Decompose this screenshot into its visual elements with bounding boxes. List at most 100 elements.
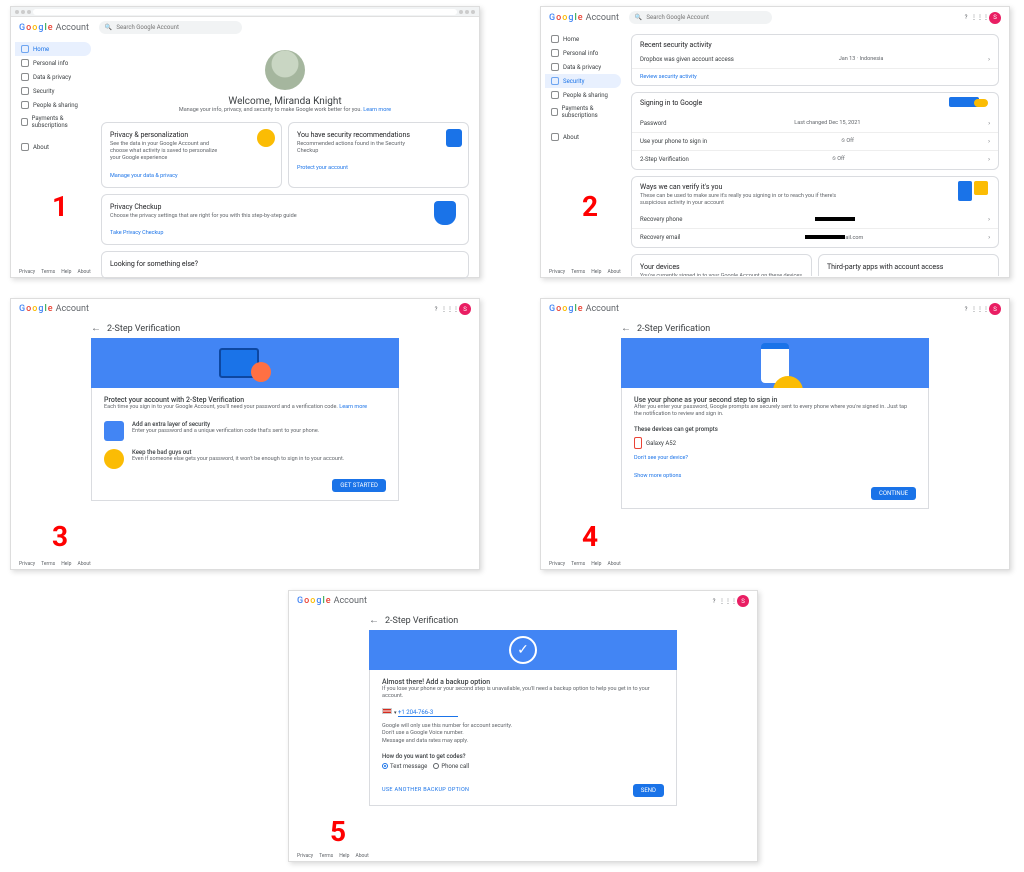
review-activity-link[interactable]: Review security activity bbox=[640, 74, 697, 80]
welcome-subtitle: Manage your info, privacy, and security … bbox=[101, 107, 469, 114]
sidebar-item-about[interactable]: About bbox=[545, 130, 621, 144]
help-icon[interactable]: ? bbox=[961, 304, 971, 314]
continue-button[interactable]: CONTINUE bbox=[871, 487, 916, 500]
more-options-link[interactable]: Show more options bbox=[634, 473, 916, 479]
card-privacy-personalization[interactable]: Privacy & personalization See the data i… bbox=[101, 122, 282, 187]
footer-link[interactable]: Terms bbox=[41, 269, 55, 275]
footer-link[interactable]: Privacy bbox=[19, 561, 35, 567]
avatar[interactable]: S bbox=[989, 303, 1001, 315]
footer-link[interactable]: Help bbox=[61, 561, 71, 567]
footer-link[interactable]: Terms bbox=[571, 269, 585, 275]
chevron-right-icon: › bbox=[988, 120, 990, 127]
info-icon bbox=[551, 133, 559, 141]
footer-link[interactable]: Terms bbox=[571, 561, 585, 567]
sidebar-item-label: Home bbox=[33, 46, 49, 53]
radio-text-message[interactable]: Text message bbox=[382, 763, 427, 770]
sidebar-item-payments[interactable]: Payments & subscriptions bbox=[545, 102, 621, 122]
sidebar-item-security[interactable]: Security bbox=[15, 84, 91, 98]
sidebar-item-personal[interactable]: Personal info bbox=[545, 46, 621, 60]
footer-link[interactable]: Help bbox=[339, 853, 349, 859]
back-button[interactable]: ← bbox=[91, 323, 101, 334]
footer-link[interactable]: Help bbox=[591, 269, 601, 275]
footer-link[interactable]: Help bbox=[61, 269, 71, 275]
search-input[interactable] bbox=[646, 14, 766, 21]
recovery-email-row[interactable]: Recovery emailail.com› bbox=[632, 229, 998, 247]
sidebar-item-payments[interactable]: Payments & subscriptions bbox=[15, 112, 91, 132]
apps-icon[interactable]: ⋮⋮⋮ bbox=[445, 304, 455, 314]
layer-illustration bbox=[104, 421, 124, 441]
sidebar: Home Personal info Data & privacy Securi… bbox=[541, 28, 621, 276]
card-your-devices[interactable]: Your devices You're currently signed in … bbox=[631, 254, 812, 276]
apps-icon[interactable]: ⋮⋮⋮ bbox=[723, 596, 733, 606]
footer-link[interactable]: Help bbox=[591, 561, 601, 567]
radio-label: Text message bbox=[390, 763, 427, 770]
footer-link[interactable]: Privacy bbox=[549, 561, 565, 567]
avatar[interactable]: S bbox=[737, 595, 749, 607]
protect-account-link[interactable]: Protect your account bbox=[297, 165, 460, 171]
apps-icon[interactable]: ⋮⋮⋮ bbox=[975, 13, 985, 23]
sidebar-item-label: Data & privacy bbox=[563, 64, 601, 71]
back-button[interactable]: ← bbox=[621, 323, 631, 334]
learn-more-link[interactable]: Learn more bbox=[339, 404, 367, 410]
search-input[interactable] bbox=[116, 24, 236, 31]
people-icon bbox=[21, 101, 29, 109]
footer-link[interactable]: About bbox=[607, 561, 620, 567]
back-button[interactable]: ← bbox=[369, 615, 379, 626]
footer-link[interactable]: About bbox=[355, 853, 368, 859]
fine-print: Message and data rates may apply. bbox=[382, 738, 664, 745]
phone-number-input[interactable]: +1 204-766-3 bbox=[398, 709, 458, 717]
two-step-row[interactable]: 2-Step Verification⦸ Off› bbox=[632, 151, 998, 168]
footer-link[interactable]: Privacy bbox=[19, 269, 35, 275]
footer-link[interactable]: Terms bbox=[319, 853, 333, 859]
card-security-recommendations[interactable]: You have security recommendations Recomm… bbox=[288, 122, 469, 187]
header: Google Account ? ⋮⋮⋮ S bbox=[289, 591, 757, 611]
footer-link[interactable]: Privacy bbox=[549, 269, 565, 275]
card-privacy-checkup[interactable]: Privacy Checkup Choose the privacy setti… bbox=[101, 194, 469, 245]
dont-see-device-link[interactable]: Don't see your device? bbox=[634, 455, 916, 461]
search-box[interactable]: 🔍 bbox=[99, 21, 242, 34]
radio-phone-call[interactable]: Phone call bbox=[433, 763, 469, 770]
sidebar-item-people[interactable]: People & sharing bbox=[15, 98, 91, 112]
avatar[interactable]: S bbox=[459, 303, 471, 315]
footer-link[interactable]: About bbox=[77, 269, 90, 275]
sidebar-item-data[interactable]: Data & privacy bbox=[15, 70, 91, 84]
country-flag-dropdown[interactable] bbox=[382, 708, 392, 714]
sidebar-item-personal[interactable]: Personal info bbox=[15, 56, 91, 70]
password-row[interactable]: PasswordLast changed Dec 15, 2021› bbox=[632, 115, 998, 133]
recent-activity-row[interactable]: Dropbox was given account access Jan 13 … bbox=[632, 51, 998, 69]
footer-link[interactable]: About bbox=[607, 269, 620, 275]
card-third-party[interactable]: Third-party apps with account access bbox=[818, 254, 999, 276]
get-started-button[interactable]: GET STARTED bbox=[332, 479, 386, 492]
send-button[interactable]: SEND bbox=[633, 784, 664, 797]
search-box[interactable]: 🔍 bbox=[629, 11, 772, 24]
google-account-logo: Google Account bbox=[549, 304, 619, 314]
footer-link[interactable]: Terms bbox=[41, 561, 55, 567]
footer-link[interactable]: About bbox=[77, 561, 90, 567]
take-checkup-link[interactable]: Take Privacy Checkup bbox=[110, 230, 460, 236]
sidebar-item-label: People & sharing bbox=[33, 102, 78, 109]
sidebar-item-home[interactable]: Home bbox=[15, 42, 91, 56]
use-another-backup-link[interactable]: USE ANOTHER BACKUP OPTION bbox=[382, 787, 469, 793]
help-icon[interactable]: ? bbox=[709, 596, 719, 606]
url-bar[interactable] bbox=[33, 9, 457, 15]
sidebar-item-people[interactable]: People & sharing bbox=[545, 88, 621, 102]
section-heading: Almost there! Add a backup option bbox=[382, 678, 664, 686]
sidebar-item-label: Payments & subscriptions bbox=[32, 115, 85, 129]
info-icon bbox=[21, 143, 29, 151]
sidebar-item-security[interactable]: Security bbox=[545, 74, 621, 88]
learn-more-link[interactable]: Learn more bbox=[363, 107, 391, 113]
help-icon[interactable]: ? bbox=[961, 13, 971, 23]
sidebar-item-home[interactable]: Home bbox=[545, 32, 621, 46]
profile-picture[interactable] bbox=[265, 50, 305, 90]
row-label: Password bbox=[640, 120, 667, 127]
step-number-4: 4 bbox=[582, 520, 598, 553]
sidebar-item-about[interactable]: About bbox=[15, 140, 91, 154]
manage-data-link[interactable]: Manage your data & privacy bbox=[110, 173, 273, 179]
help-icon[interactable]: ? bbox=[431, 304, 441, 314]
phone-signin-row[interactable]: Use your phone to sign in⦸ Off› bbox=[632, 133, 998, 151]
avatar[interactable]: S bbox=[989, 12, 1001, 24]
recovery-phone-row[interactable]: Recovery phone› bbox=[632, 211, 998, 229]
apps-icon[interactable]: ⋮⋮⋮ bbox=[975, 304, 985, 314]
footer-link[interactable]: Privacy bbox=[297, 853, 313, 859]
sidebar-item-data[interactable]: Data & privacy bbox=[545, 60, 621, 74]
